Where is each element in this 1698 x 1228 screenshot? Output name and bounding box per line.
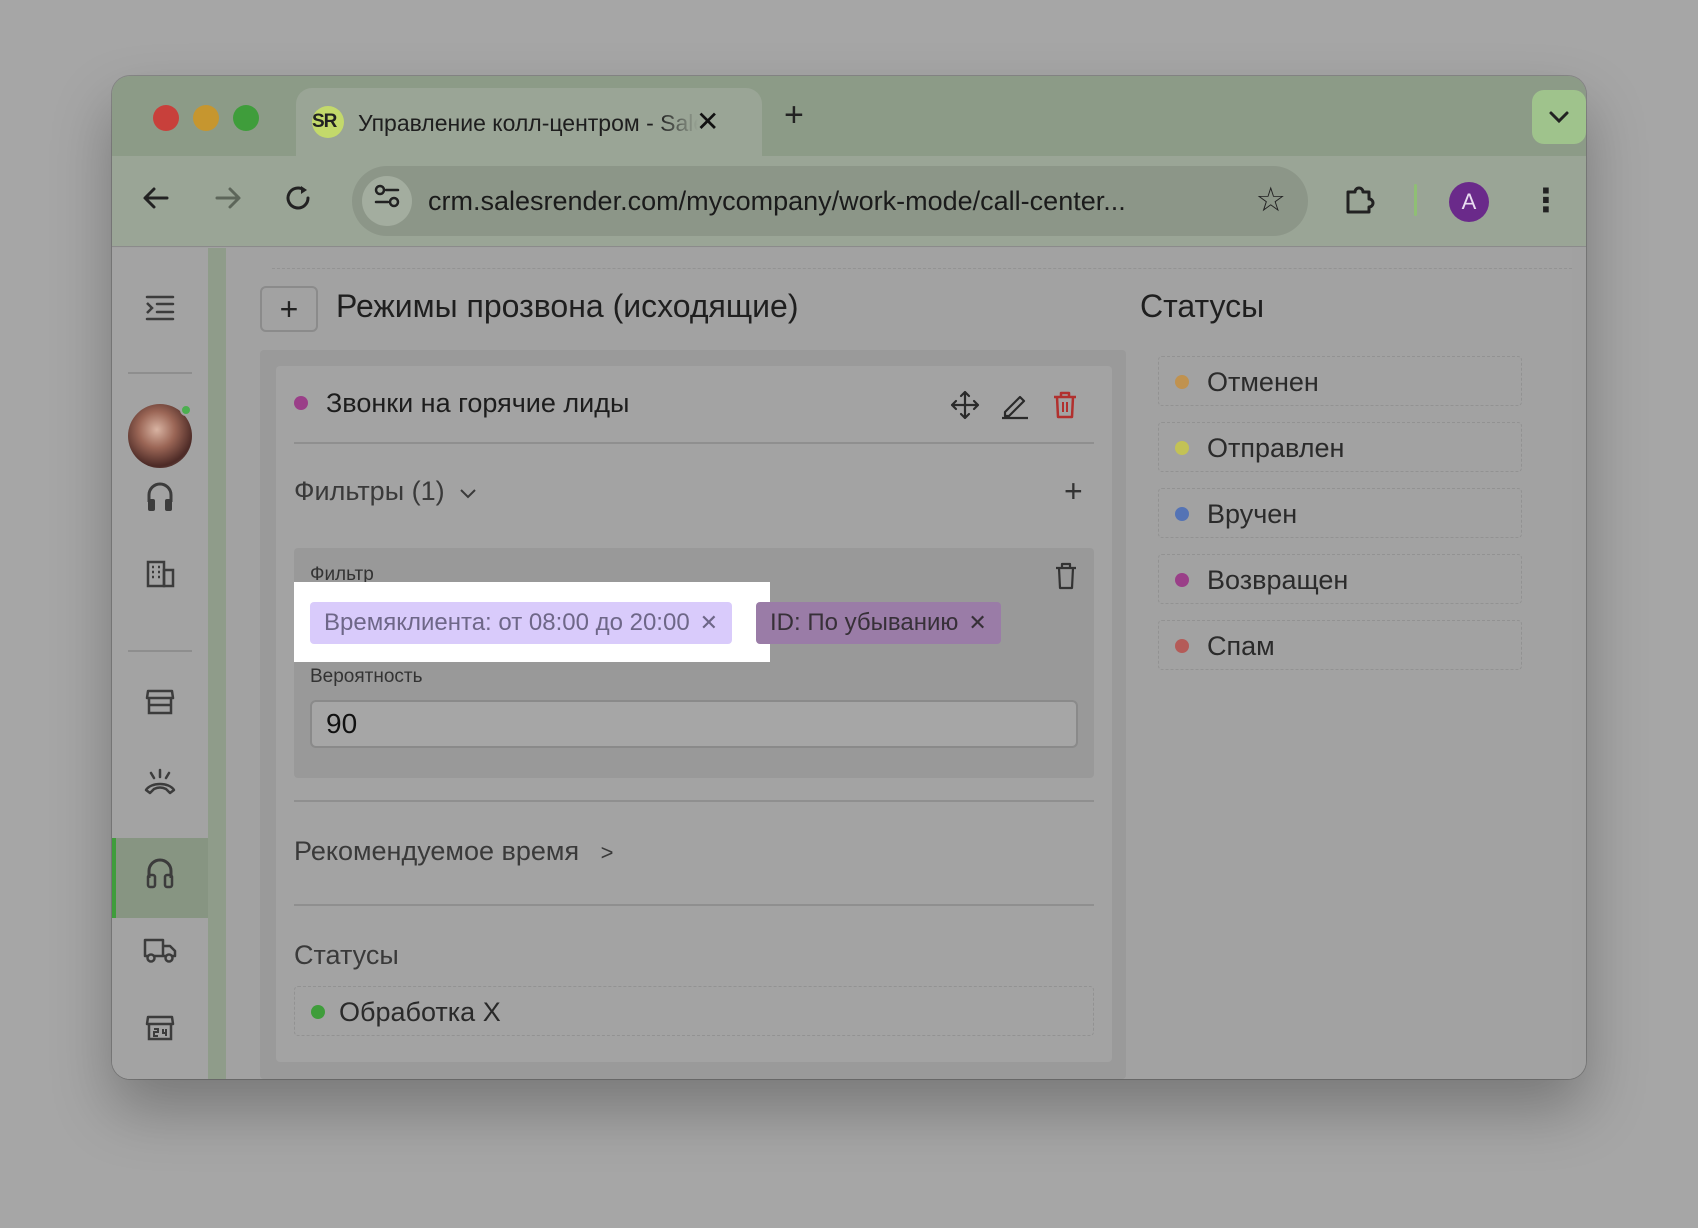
browser-window: SR Управление колл-центром - SalesRender…	[112, 76, 1586, 1079]
status-dot	[311, 1005, 325, 1019]
site-settings-icon[interactable]	[362, 176, 412, 226]
store-24-icon[interactable]	[112, 1014, 208, 1050]
toolbar-separator	[1414, 184, 1417, 216]
mode-name: Звонки на горячие лиды	[326, 388, 630, 418]
background-pattern	[208, 248, 226, 1079]
chevron-down-icon	[459, 483, 477, 506]
building-icon[interactable]	[112, 558, 208, 596]
address-bar[interactable]: crm.salesrender.com/mycompany/work-mode/…	[352, 166, 1308, 236]
profile-avatar[interactable]: A	[1449, 182, 1489, 222]
card-divider	[294, 442, 1094, 444]
status-remove-icon[interactable]: X	[483, 997, 501, 1027]
status-label: Возвращен	[1207, 565, 1349, 595]
filter-chip-id-sort[interactable]: ID: По убыванию ✕	[756, 602, 1001, 644]
status-dot	[1175, 441, 1189, 455]
back-button[interactable]	[140, 182, 172, 221]
status-dot	[1175, 573, 1189, 587]
bookmark-star-icon[interactable]: ☆	[1256, 178, 1286, 222]
tab-title: Управление колл-центром - SalesRender	[358, 110, 698, 137]
close-window-button[interactable]	[153, 105, 179, 131]
status-tag[interactable]: Обработка X	[311, 997, 501, 1028]
reload-button[interactable]	[282, 182, 314, 221]
status-item[interactable]: Отменен	[1158, 356, 1522, 406]
recommended-time-toggle[interactable]: Рекомендуемое время >	[294, 836, 613, 867]
probability-input[interactable]: 90	[310, 700, 1078, 748]
new-tab-button[interactable]: +	[784, 98, 804, 132]
forward-arrow-icon	[215, 187, 241, 209]
status-dot	[1175, 375, 1189, 389]
status-label: Спам	[1207, 631, 1275, 661]
mode-card: Звонки на горячие лиды Фильтры (1) + Фил…	[276, 366, 1112, 1062]
card-divider	[294, 800, 1094, 802]
statuses-title: Статусы	[1140, 288, 1265, 324]
forward-button[interactable]	[212, 182, 244, 221]
chevron-down-icon	[1549, 111, 1569, 124]
edit-icon[interactable]	[1000, 390, 1030, 426]
chip-remove-icon[interactable]: ✕	[968, 610, 986, 635]
chip-label: ID: По убыванию	[770, 609, 959, 636]
chevron-right-icon: >	[600, 840, 614, 865]
status-label: Отправлен	[1207, 433, 1345, 463]
extensions-puzzle-icon[interactable]	[1342, 182, 1376, 225]
recommended-time-label: Рекомендуемое время	[294, 836, 580, 866]
favicon-icon: SR	[312, 106, 344, 138]
headset-icon[interactable]	[112, 480, 208, 522]
chip-label: Времяклиента: от 08:00 до 20:00	[324, 609, 690, 636]
headset-active-icon[interactable]	[112, 856, 208, 898]
zoom-window-button[interactable]	[233, 105, 259, 131]
status-item[interactable]: Возвращен	[1158, 554, 1522, 604]
mode-statuses-label: Статусы	[294, 940, 399, 970]
browser-tab[interactable]: SR Управление колл-центром - SalesRender…	[296, 88, 762, 156]
tab-search-button[interactable]	[1532, 90, 1586, 144]
probability-label: Вероятность	[310, 666, 423, 687]
minimize-window-button[interactable]	[193, 105, 219, 131]
store-icon[interactable]	[112, 688, 208, 724]
menu-indent-icon[interactable]	[112, 294, 208, 330]
modes-title: Режимы прозвона (исходящие)	[336, 288, 799, 324]
mode-color-dot	[294, 396, 308, 410]
reload-icon	[286, 186, 310, 210]
add-filter-icon[interactable]: +	[1064, 475, 1083, 507]
back-arrow-icon	[143, 187, 169, 209]
status-label: Отменен	[1207, 367, 1319, 397]
add-mode-button[interactable]: +	[260, 286, 318, 332]
status-item[interactable]: Спам	[1158, 620, 1522, 670]
filters-label: Фильтры (1)	[294, 476, 445, 506]
filter-trash-icon[interactable]	[1054, 562, 1078, 596]
status-tag-label: Обработка	[339, 997, 476, 1027]
sidebar-divider	[128, 372, 192, 374]
mode-status-field[interactable]: Обработка X	[294, 986, 1094, 1036]
phone-hangup-icon[interactable]	[112, 768, 208, 804]
filter-chip-client-time[interactable]: Времяклиента: от 08:00 до 20:00 ✕	[310, 602, 733, 644]
tab-bar: SR Управление колл-центром - SalesRender…	[112, 76, 1586, 156]
app-sidebar	[112, 248, 208, 1079]
filters-toggle[interactable]: Фильтры (1)	[294, 476, 477, 507]
truck-icon[interactable]	[112, 936, 208, 972]
browser-menu-icon[interactable]: ⋮	[1530, 180, 1562, 220]
status-dot	[1175, 507, 1189, 521]
sidebar-divider	[128, 650, 192, 652]
status-dot	[1175, 639, 1189, 653]
move-icon[interactable]	[950, 390, 980, 426]
online-status-dot	[180, 404, 192, 416]
delete-icon[interactable]	[1052, 390, 1078, 426]
status-item[interactable]: Отправлен	[1158, 422, 1522, 472]
tab-close-icon[interactable]: ✕	[696, 106, 719, 138]
top-divider	[272, 268, 1572, 269]
url-text[interactable]: crm.salesrender.com/mycompany/work-mode/…	[428, 186, 1126, 217]
chip-remove-icon[interactable]: ✕	[700, 610, 718, 635]
app-page: + Режимы прозвона (исходящие) Статусы Зв…	[112, 248, 1586, 1079]
browser-toolbar: crm.salesrender.com/mycompany/work-mode/…	[112, 156, 1586, 247]
status-item[interactable]: Вручен	[1158, 488, 1522, 538]
card-divider	[294, 904, 1094, 906]
status-label: Вручен	[1207, 499, 1298, 529]
